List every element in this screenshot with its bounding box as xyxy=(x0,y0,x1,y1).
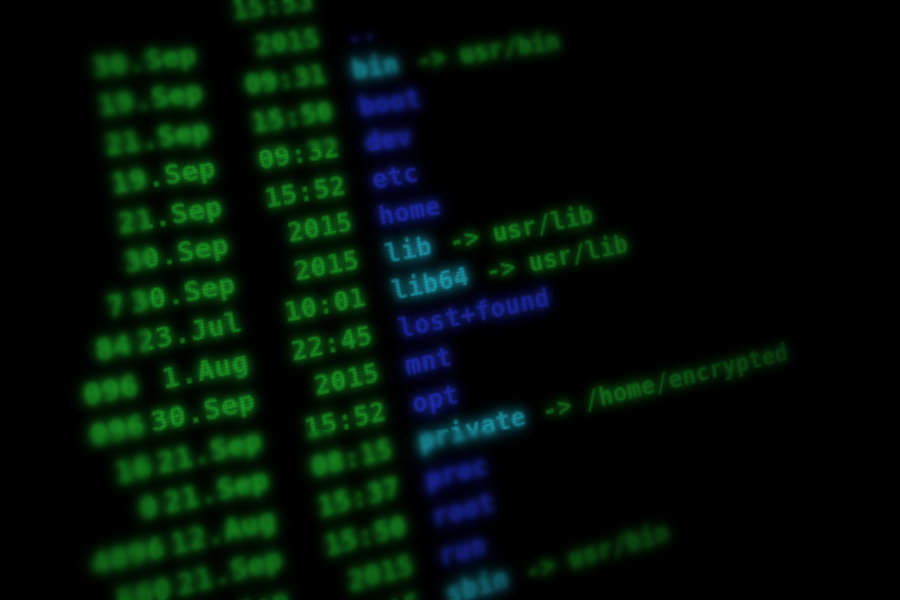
column-gap xyxy=(315,6,341,9)
display-surface: 15:53 30.Sep 2015.. 19.Sep 09:31 bin -> usr/bin… xyxy=(0,0,900,600)
column-gap xyxy=(374,337,400,343)
column-gap xyxy=(360,263,386,268)
terminal-photo-screen: 15:53 30.Sep 2015.. 19.Sep 09:31 bin -> usr/bin… xyxy=(0,0,900,600)
column-gap xyxy=(401,489,427,496)
column-gap xyxy=(347,189,373,194)
directory-listing: 15:53 30.Sep 2015.. 19.Sep 09:31 bin -> usr/bin… xyxy=(0,0,854,600)
column-gap xyxy=(354,226,380,231)
file-name[interactable]: .. xyxy=(343,12,380,52)
column-gap xyxy=(328,79,354,83)
column-gap xyxy=(367,300,393,305)
modified-month xyxy=(140,23,208,32)
column-gap xyxy=(341,152,367,156)
column-gap xyxy=(321,42,347,46)
column-gap xyxy=(334,115,360,119)
column-gap xyxy=(394,451,420,458)
column-gap xyxy=(408,527,434,534)
column-gap xyxy=(415,566,441,573)
column-gap xyxy=(387,413,413,419)
modified-day xyxy=(81,31,140,38)
column-gap xyxy=(381,375,407,381)
